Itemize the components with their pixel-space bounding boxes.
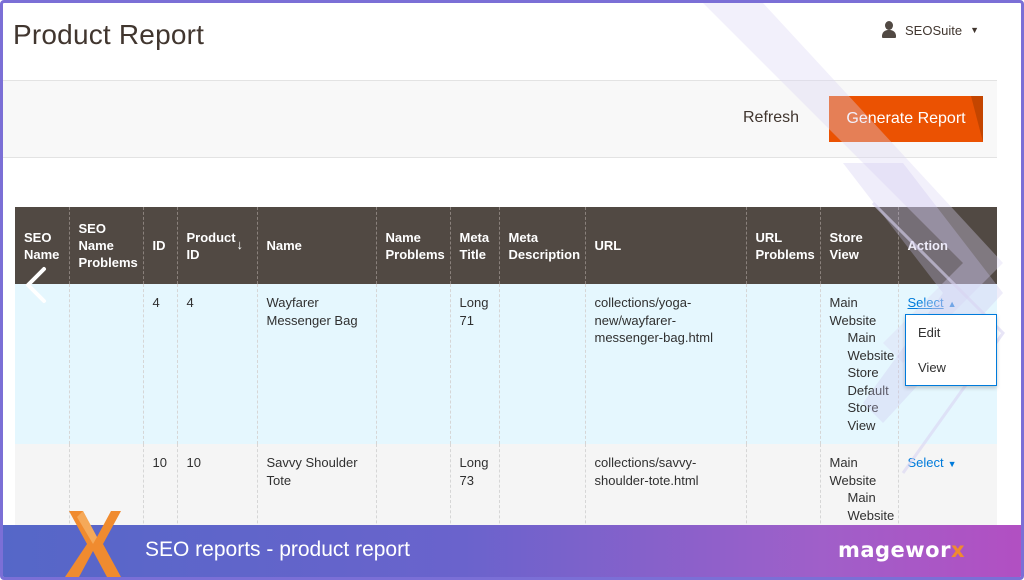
- cell-url-problems: [745, 284, 820, 444]
- cell-seo-name: [15, 284, 69, 444]
- sort-arrow-icon: ↓: [236, 236, 244, 252]
- grid-header-row: SEO Name SEO Name Problems ID Product ID…: [15, 207, 997, 284]
- action-select-link[interactable]: Select: [908, 455, 944, 470]
- column-header-store-view[interactable]: Store View: [819, 207, 898, 284]
- action-dropdown-menu: Edit View: [905, 314, 997, 386]
- brand-logo: mageworx: [838, 538, 965, 562]
- table-row[interactable]: 4 4 Wayfarer Messenger Bag Long 71 colle…: [15, 284, 997, 444]
- page-title: Product Report: [13, 19, 205, 50]
- product-report-grid: SEO Name SEO Name Problems ID Product ID…: [15, 207, 997, 554]
- column-header-meta-description[interactable]: Meta Description: [498, 207, 585, 284]
- chevron-down-icon: ▼: [970, 25, 979, 35]
- column-header-url-problems[interactable]: URL Problems: [745, 207, 820, 284]
- column-header-name-problems[interactable]: Name Problems: [375, 207, 450, 284]
- page-actions-bar: Refresh Generate Report: [3, 80, 997, 158]
- chevron-down-icon: ▼: [947, 459, 957, 469]
- account-menu[interactable]: SEOSuite ▼: [881, 21, 979, 39]
- cell-name: Wayfarer Messenger Bag: [256, 284, 376, 444]
- cell-seo-name-problems: [68, 284, 143, 444]
- column-header-id[interactable]: ID: [142, 207, 177, 284]
- generate-report-button[interactable]: Generate Report: [829, 96, 983, 142]
- cell-product-id: 4: [176, 284, 257, 444]
- footer-caption: SEO reports - product report: [145, 538, 410, 561]
- menu-item-view[interactable]: View: [906, 350, 996, 385]
- account-name: SEOSuite: [904, 22, 963, 38]
- column-header-name[interactable]: Name: [256, 207, 376, 284]
- footer-banner: SEO reports - product report mageworx: [3, 525, 1021, 577]
- column-header-product-id[interactable]: Product ID↓: [176, 207, 257, 284]
- cell-url: collections/yoga-new/wayfarer-messenger-…: [584, 284, 746, 444]
- store-view-website: Main Website: [829, 295, 877, 328]
- user-icon: [881, 21, 897, 39]
- cell-meta-description: [498, 284, 585, 444]
- action-select-link[interactable]: Select: [908, 295, 944, 310]
- store-view-website: Main Website: [829, 455, 877, 488]
- cell-id: 4: [142, 284, 177, 444]
- cell-meta-title: Long 71: [449, 284, 499, 444]
- cell-name-problems: [375, 284, 450, 444]
- brand-name: magewor: [837, 538, 951, 562]
- cell-store-view: Main Website Main Website Store Default …: [819, 284, 898, 444]
- brand-x: x: [950, 538, 965, 562]
- column-header-action: Action: [897, 207, 997, 284]
- menu-item-edit[interactable]: Edit: [906, 315, 996, 350]
- refresh-button[interactable]: Refresh: [743, 109, 799, 127]
- app-frame: Product Report SEOSuite ▼ Refresh Genera…: [0, 0, 1024, 580]
- chevron-left-icon[interactable]: [20, 265, 52, 305]
- mageworx-x-logo: [65, 511, 121, 577]
- column-header-seo-name-problems[interactable]: SEO Name Problems: [68, 207, 143, 284]
- store-view-store: Main Website Store: [847, 330, 895, 380]
- generate-report-label: Generate Report: [846, 110, 966, 127]
- store-view-view: Default Store View: [847, 382, 889, 433]
- column-header-product-id-label: Product ID: [186, 229, 236, 262]
- chevron-up-icon: ▲: [947, 299, 957, 309]
- column-header-meta-title[interactable]: Meta Title: [449, 207, 499, 284]
- column-header-url[interactable]: URL: [584, 207, 746, 284]
